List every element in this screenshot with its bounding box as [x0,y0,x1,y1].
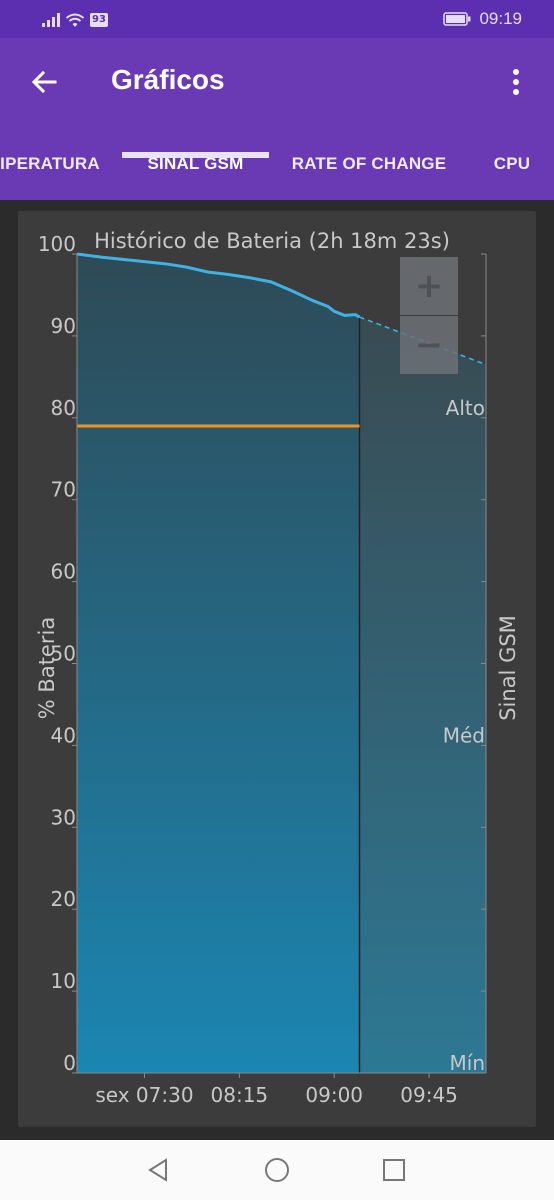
y2-tick-label: Mín [450,1051,486,1075]
y-axis-label: % Bateria [35,617,59,719]
arrow-back-icon [31,70,57,94]
overflow-menu-button[interactable] [496,60,536,104]
y-tick-label: 10 [51,969,76,993]
y-tick-label: 80 [51,396,76,420]
signal-icon [42,13,60,27]
nav-recents-button[interactable] [376,1154,412,1186]
projection-area [359,317,486,1073]
circle-home-icon [265,1158,289,1182]
status-bar: 93 09:19 [0,0,554,38]
system-nav-bar [0,1140,554,1200]
square-recents-icon [383,1159,405,1181]
tab-rate-of-change[interactable]: RATE OF CHANGE [280,134,458,194]
chart-title: Histórico de Bateria (2h 18m 23s) [94,229,450,253]
chart-card: 0 10 20 30 40 50 60 70 80 90 100 Mín Méd Alto sex 07:3… [18,211,536,1127]
y2-axis-label: Sinal GSM [496,615,520,721]
x-tick-label: 09:45 [400,1083,458,1107]
battery-icon [443,12,471,26]
y2-tick-label: Méd [443,723,485,747]
triangle-back-icon [148,1158,167,1182]
tab-temperatura[interactable]: IPERATURA [0,134,110,194]
y-tick-label: 60 [51,560,76,584]
wifi-icon [65,13,85,27]
page-title: Gráficos [111,64,225,95]
tab-cpu[interactable]: CPU [484,134,540,194]
nav-back-button[interactable] [140,1154,176,1186]
y-tick-label: 40 [51,723,76,747]
back-button[interactable] [22,60,66,104]
y-tick-label: 100 [38,232,76,256]
y-tick-label: 90 [51,314,76,338]
zoom-in-icon: + [415,266,444,306]
status-icons-right: 09:19 [443,8,522,30]
battery-area [77,254,360,1073]
y-tick-label: 30 [51,805,76,829]
status-icons-left: 93 [42,10,108,30]
tab-bar: IPERATURA SINAL GSM RATE OF CHANGE CPU [0,134,554,200]
battery-history-chart[interactable]: 0102030405060708090100MínMédAltosex 07:3… [18,211,536,1127]
x-tick-label: 08:15 [211,1083,269,1107]
more-vert-icon [513,69,519,95]
app-bar: Gráficos IPERATURA SINAL GSM RATE OF CHA… [0,38,554,200]
plot-area [76,252,487,1073]
nav-home-button[interactable] [259,1154,295,1186]
battery-badge: 93 [90,13,108,27]
zoom-out-icon: − [415,325,444,365]
y-tick-label: 20 [51,887,76,911]
tab-sinal-gsm[interactable]: SINAL GSM [122,134,269,194]
x-tick-label: sex 07:30 [95,1083,193,1107]
y-tick-label: 0 [63,1051,76,1075]
x-tick-label: 09:00 [305,1083,363,1107]
y-tick-label: 70 [51,478,76,502]
y2-tick-label: Alto [446,396,485,420]
status-time: 09:19 [479,9,522,28]
tab-indicator [122,152,269,158]
zoom-controls: + − [400,257,458,374]
